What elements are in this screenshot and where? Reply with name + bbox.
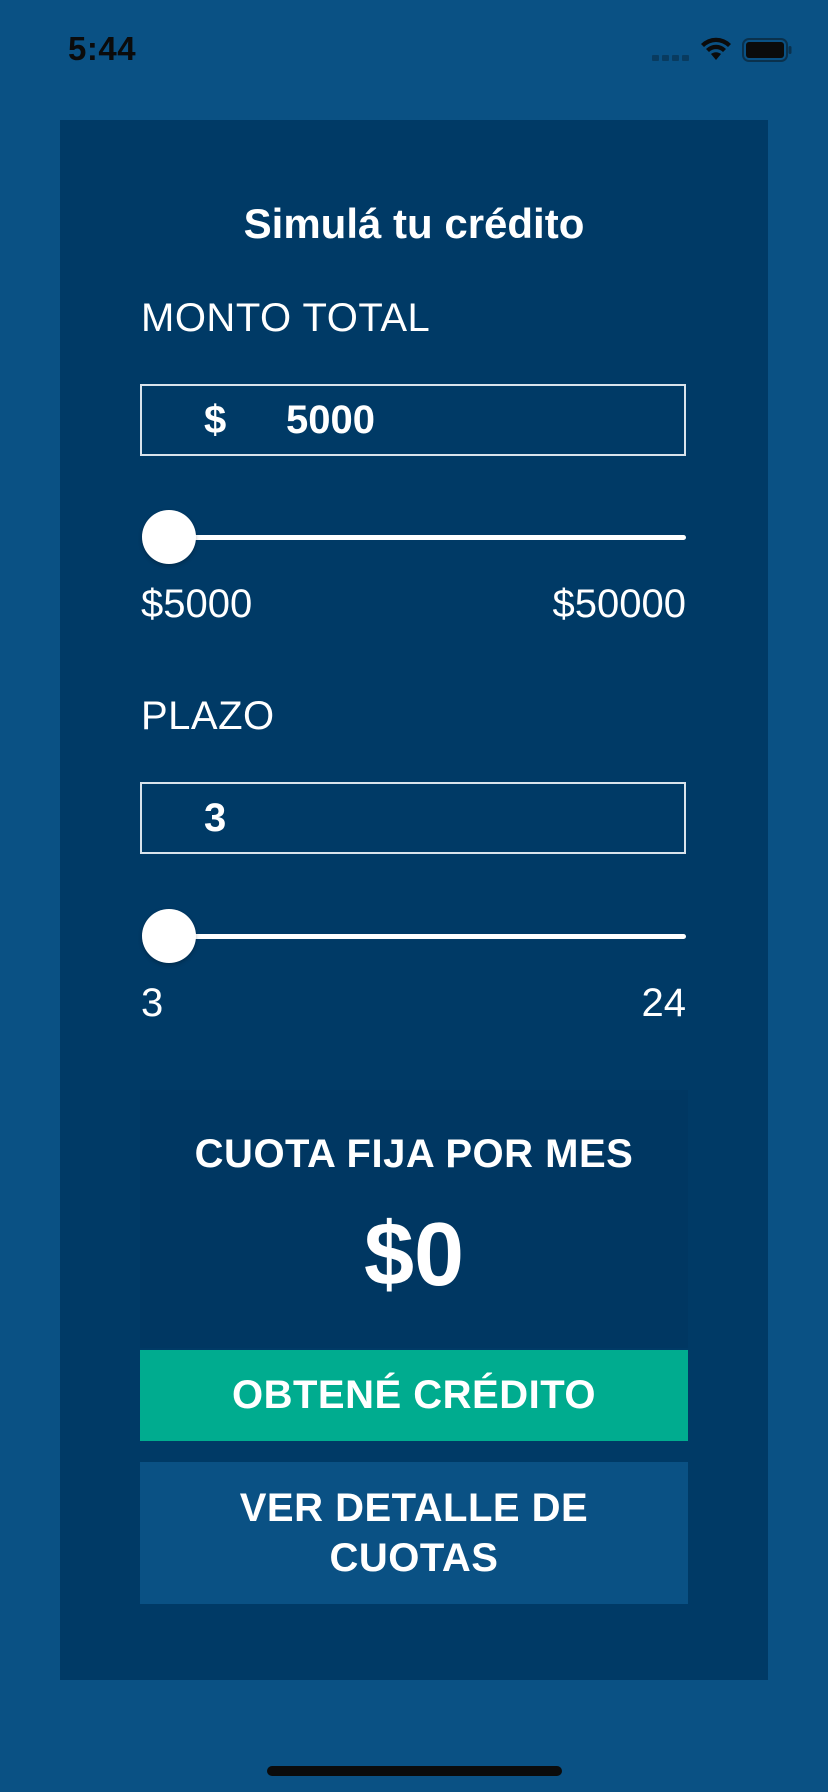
amount-slider[interactable]	[140, 508, 686, 568]
term-slider[interactable]	[140, 907, 686, 967]
signal-icon	[652, 53, 692, 61]
page-title: Simulá tu crédito	[243, 200, 585, 247]
term-min-label: 3	[141, 981, 164, 1025]
obtain-credit-button[interactable]: OBTENÉ CRÉDITO	[140, 1350, 688, 1441]
amount-input[interactable]: $ 5000	[140, 384, 686, 456]
term-input[interactable]: 3	[140, 782, 686, 854]
amount-label: MONTO TOTAL	[141, 296, 431, 340]
amount-value[interactable]: 5000	[286, 398, 375, 443]
status-time: 5:44	[68, 30, 137, 67]
wifi-icon	[701, 37, 731, 60]
credit-simulator-card	[60, 120, 768, 1680]
currency-symbol: $	[204, 398, 227, 442]
monthly-payment-label: CUOTA FIJA POR MES	[194, 1132, 634, 1176]
battery-icon	[742, 38, 792, 62]
term-slider-track[interactable]	[170, 934, 686, 939]
term-slider-thumb[interactable]	[142, 909, 196, 963]
amount-slider-thumb[interactable]	[142, 510, 196, 564]
term-label: PLAZO	[141, 694, 275, 738]
view-installment-details-button[interactable]: VER DETALLE DE CUOTAS	[140, 1462, 688, 1604]
term-max-label: 24	[641, 981, 687, 1025]
term-value[interactable]: 3	[204, 796, 226, 841]
status-bar: 5:44	[0, 0, 828, 100]
home-indicator	[267, 1766, 562, 1776]
amount-min-label: $5000	[141, 582, 253, 626]
amount-max-label: $50000	[552, 582, 686, 626]
monthly-payment-box: CUOTA FIJA POR MES $0	[140, 1090, 688, 1348]
monthly-payment-value: $0	[363, 1205, 465, 1305]
amount-slider-track[interactable]	[170, 535, 686, 540]
